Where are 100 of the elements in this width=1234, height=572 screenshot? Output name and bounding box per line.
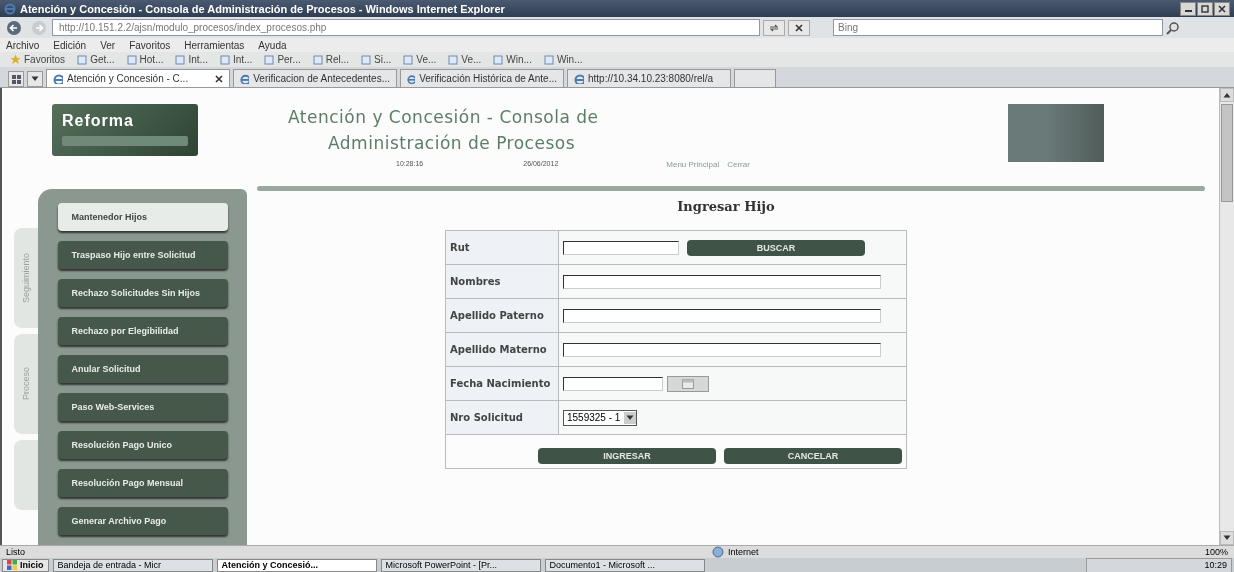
tab-list-button[interactable] (27, 71, 43, 87)
scroll-up-button[interactable] (1220, 88, 1234, 102)
new-tab-button[interactable] (734, 69, 776, 87)
favorite-link[interactable]: Int... (175, 54, 208, 65)
status-text: Listo (6, 547, 26, 557)
clock-text: 10:29 (1204, 560, 1227, 570)
input-field[interactable] (563, 274, 881, 289)
security-zone: Internet (712, 546, 1112, 558)
minimize-icon (1184, 9, 1192, 12)
globe-icon[interactable] (712, 546, 724, 558)
favorite-label: Rel... (325, 54, 350, 65)
scroll-down-button[interactable] (1220, 531, 1234, 545)
favorite-label: Si... (374, 54, 392, 65)
search-field[interactable]: Bing (833, 19, 1163, 36)
field-label: Rut (445, 230, 559, 265)
sidebar-button[interactable]: Resolución Pago Unico (57, 431, 228, 459)
favorite-label: Ve... (461, 54, 482, 65)
favorite-label: Win... (556, 54, 583, 65)
date-input-field[interactable] (563, 376, 663, 391)
favorite-link[interactable]: Win... (493, 54, 532, 65)
stop-button[interactable] (788, 19, 810, 36)
favorite-link[interactable]: Get... (77, 54, 115, 65)
input-field[interactable] (563, 342, 881, 357)
sidebar-button[interactable]: Resolución Pago Mensual (57, 469, 228, 497)
field-label: Fecha Nacimiento (445, 366, 559, 401)
browser-logo-icon[interactable] (4, 2, 16, 15)
maximize-icon (1201, 4, 1209, 13)
favorite-label: Per... (277, 54, 301, 65)
caret-icon (31, 75, 39, 83)
favorite-label: Int... (188, 54, 208, 65)
close-icon[interactable] (215, 74, 223, 83)
menu-item[interactable]: Ver (100, 39, 116, 51)
close-button[interactable] (1214, 1, 1230, 16)
favorite-link[interactable]: Si... (361, 54, 392, 65)
favorites-button[interactable]: Favoritos (10, 54, 66, 65)
star-icon[interactable] (10, 54, 21, 65)
sidebar-button[interactable]: Rechazo por Elegibilidad (57, 317, 228, 345)
sidebar-button[interactable]: Rechazo Solicitudes Sin Hijos (57, 279, 228, 307)
favorite-link[interactable]: Hot... (126, 54, 164, 65)
zoom-level[interactable]: 100% (1204, 547, 1228, 557)
menu-item[interactable]: Favoritos (129, 39, 171, 51)
menu-item[interactable]: Ayuda (258, 39, 287, 51)
sidebar-button[interactable]: Generar Archivo Pago (57, 507, 228, 535)
quick-tabs-button[interactable] (8, 71, 24, 87)
favorite-label: Win... (506, 54, 532, 65)
browser-tab[interactable]: Atención y Concesión - C... (46, 69, 230, 87)
close-icon (1218, 4, 1226, 13)
search-icon[interactable] (1166, 20, 1180, 35)
input-field[interactable] (563, 308, 881, 323)
stop-icon (795, 23, 803, 32)
form-button[interactable]: INGRESAR (538, 447, 716, 464)
taskbar-button[interactable]: Atención y Concesió... (216, 558, 377, 572)
sidebar-button[interactable]: Anular Solicitud (57, 355, 228, 383)
form-title: Ingresar Hijo (677, 199, 775, 214)
calendar-icon[interactable] (682, 378, 694, 389)
refresh-icon (769, 23, 779, 32)
window-title: Atención y Concesión - Consola de Administración de Procesos - Windows Internet Explorer (20, 2, 506, 15)
field-label: Nro Solicitud (445, 400, 559, 435)
browser-tab[interactable]: Verificacion de Antecedentes... (233, 69, 397, 87)
rut-input-field[interactable] (563, 240, 679, 255)
scroll-thumb[interactable] (1221, 104, 1233, 202)
favorite-link[interactable]: Win... (543, 54, 583, 65)
taskbar-button[interactable]: Microsoft PowerPoint - [Pr... (380, 558, 541, 572)
caret-icon (1223, 534, 1231, 542)
favorite-link[interactable]: Per... (264, 54, 301, 65)
sidebar-button[interactable]: Traspaso Hijo entre Solicitud (57, 241, 228, 269)
search-button[interactable]: BUSCAR (687, 239, 865, 256)
favorite-link[interactable]: Ve... (403, 54, 437, 65)
solicitud-dropdown[interactable]: 1559325 - 1 (563, 409, 638, 426)
menu-item[interactable]: Archivo (6, 39, 40, 51)
menu-item[interactable]: Edición (53, 39, 87, 51)
logo-title: Reforma (62, 112, 135, 130)
taskbar-button[interactable]: Documento1 - Microsoft ... (544, 558, 705, 572)
favorite-label: Int... (232, 54, 253, 65)
sidebar-button[interactable]: Paso Web-Services (57, 393, 228, 421)
start-button[interactable]: Inicio (2, 558, 49, 572)
windows-flag-icon[interactable] (7, 560, 17, 570)
minimize-button[interactable] (1180, 1, 1196, 16)
taskbar-button[interactable]: Bandeja de entrada - Micr (52, 558, 213, 572)
forward-button-icon[interactable] (31, 19, 49, 36)
field-label: Apellido Paterno (445, 298, 559, 333)
calendar-button[interactable] (667, 375, 709, 392)
address-field[interactable]: http://10.151.2.2/ajsn/modulo_procesos/index_procesos.php (52, 19, 760, 36)
favorite-link[interactable]: Ve... (448, 54, 482, 65)
caret-icon (626, 413, 635, 422)
browser-tab[interactable]: http://10.34.10.23:8080/rel/a (567, 69, 731, 87)
scrollbar[interactable] (1219, 88, 1234, 545)
caret-icon (1223, 91, 1231, 99)
favorites-label: Favoritos (24, 54, 66, 65)
form-button[interactable]: CANCELAR (724, 447, 902, 464)
sidebar-button[interactable]: Mantenedor Hijos (57, 203, 228, 231)
favorite-link[interactable]: Rel... (312, 54, 350, 65)
page-title: Atención y Concesión - Consola de (288, 106, 600, 129)
page-title: Administración de Procesos (327, 132, 577, 155)
favorite-label: Hot... (139, 54, 164, 65)
favorite-link[interactable]: Int... (219, 54, 253, 65)
maximize-button[interactable] (1197, 1, 1213, 16)
menu-item[interactable]: Herramientas (184, 39, 245, 51)
browser-tab[interactable]: Verificación Histórica de Ante... (400, 69, 564, 87)
favorite-label: Get... (90, 54, 115, 65)
